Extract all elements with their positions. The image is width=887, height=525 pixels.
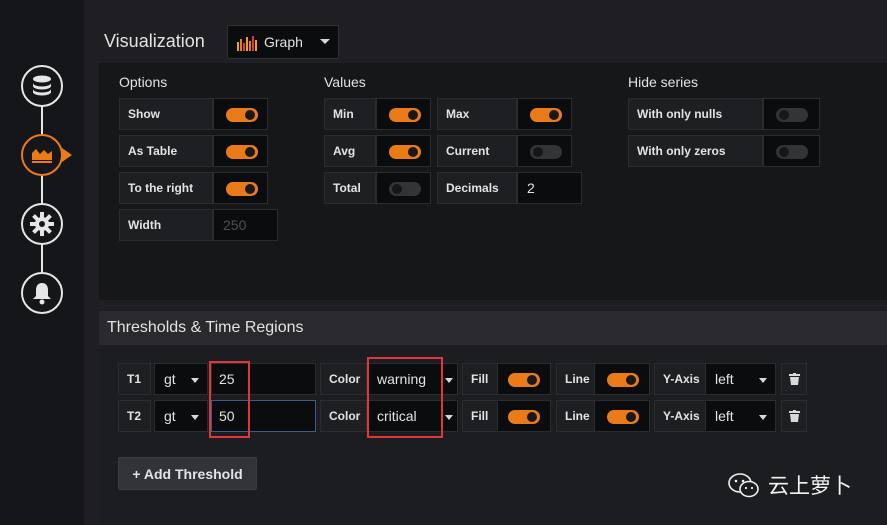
values-heading: Values: [324, 74, 366, 90]
chevron-down-icon: [759, 415, 767, 420]
line-label: Line: [556, 400, 595, 432]
watermark-text: 云上萝卜: [768, 475, 852, 498]
current-switch[interactable]: [517, 135, 572, 167]
graph-icon: [32, 149, 52, 163]
min-label: Min: [324, 98, 376, 130]
chevron-down-icon: [759, 378, 767, 383]
color-label: Color: [320, 363, 367, 395]
display-options: Options Values Hide series Show As Table…: [99, 63, 887, 300]
operator-select[interactable]: gt: [154, 400, 208, 432]
only-nulls-field: With only nulls: [628, 98, 820, 130]
current-field: Current: [437, 135, 572, 167]
width-placeholder: 250: [223, 217, 247, 233]
avg-field: Avg: [324, 135, 431, 167]
fill-label: Fill: [462, 363, 498, 395]
chevron-down-icon: [191, 378, 199, 383]
visualization-tab[interactable]: [21, 134, 72, 176]
line-switch[interactable]: [594, 400, 650, 432]
decimals-input[interactable]: 2: [517, 172, 582, 204]
show-switch[interactable]: [213, 98, 268, 130]
decimals-label: Decimals: [437, 172, 517, 204]
width-input[interactable]: 250: [213, 209, 278, 241]
y-axis-select[interactable]: left: [705, 400, 776, 432]
color-label: Color: [320, 400, 367, 432]
graph-type-icon: [237, 36, 257, 51]
only-nulls-switch[interactable]: [763, 98, 820, 130]
current-label: Current: [437, 135, 517, 167]
width-label: Width: [119, 209, 213, 241]
operator-select[interactable]: gt: [154, 363, 208, 395]
line-switch[interactable]: [594, 363, 650, 395]
rail-connector: [41, 84, 43, 294]
value-highlight-box: [209, 361, 250, 438]
only-nulls-label: With only nulls: [628, 98, 763, 130]
operator-value: gt: [164, 371, 176, 387]
only-zeros-label: With only zeros: [628, 135, 763, 167]
editor-rail: [0, 0, 84, 525]
avg-switch[interactable]: [376, 135, 431, 167]
y-axis-label: Y-Axis: [654, 400, 706, 432]
to-the-right-switch[interactable]: [213, 172, 268, 204]
min-field: Min: [324, 98, 431, 130]
y-axis-select[interactable]: left: [705, 363, 776, 395]
min-switch[interactable]: [376, 98, 431, 130]
y-axis-value: left: [715, 371, 734, 387]
queries-tab[interactable]: [21, 65, 63, 107]
to-the-right-field: To the right: [119, 172, 268, 204]
to-the-right-label: To the right: [119, 172, 213, 204]
line-label: Line: [556, 363, 595, 395]
general-tab[interactable]: [21, 203, 63, 245]
bell-icon: [33, 283, 51, 305]
watermark: 云上萝卜: [728, 470, 852, 500]
y-axis-value: left: [715, 408, 734, 424]
total-field: Total: [324, 172, 431, 204]
delete-threshold-button[interactable]: [781, 400, 807, 432]
avg-label: Avg: [324, 135, 376, 167]
trash-icon: [789, 373, 800, 385]
delete-threshold-button[interactable]: [781, 363, 807, 395]
visualization-selected: Graph: [264, 34, 303, 50]
chevron-down-icon: [445, 378, 453, 383]
max-label: Max: [437, 98, 517, 130]
options-heading: Options: [119, 74, 168, 90]
fill-label: Fill: [462, 400, 498, 432]
fill-switch[interactable]: [497, 400, 551, 432]
only-zeros-field: With only zeros: [628, 135, 820, 167]
max-switch[interactable]: [517, 98, 572, 130]
threshold-id: T1: [118, 363, 151, 395]
database-icon: [33, 75, 51, 96]
panel-editor: Visualization Graph Options Values Hide …: [84, 0, 887, 525]
width-field: Width 250: [119, 209, 278, 241]
visualization-picker[interactable]: Graph: [227, 25, 339, 59]
thresholds-header[interactable]: Thresholds & Time Regions: [99, 311, 887, 345]
as-table-label: As Table: [119, 135, 213, 167]
chevron-down-icon: [191, 415, 199, 420]
operator-value: gt: [164, 408, 176, 424]
fill-switch[interactable]: [497, 363, 551, 395]
add-threshold-button[interactable]: + Add Threshold: [118, 457, 257, 490]
total-label: Total: [324, 172, 376, 204]
hide-series-heading: Hide series: [628, 74, 699, 90]
color-highlight-box: [367, 357, 443, 438]
threshold-id: T2: [118, 400, 151, 432]
visualization-header: Visualization Graph: [84, 0, 887, 63]
only-zeros-switch[interactable]: [763, 135, 820, 167]
trash-icon: [789, 410, 800, 422]
total-switch[interactable]: [376, 172, 431, 204]
wechat-icon: [728, 472, 759, 497]
chevron-down-icon: [320, 39, 330, 44]
gear-icon: [30, 212, 54, 236]
decimals-value: 2: [527, 180, 535, 196]
chevron-down-icon: [445, 415, 453, 420]
decimals-field: Decimals 2: [437, 172, 582, 204]
show-legend-field: Show: [119, 98, 268, 130]
as-table-field: As Table: [119, 135, 268, 167]
as-table-switch[interactable]: [213, 135, 268, 167]
show-label: Show: [119, 98, 213, 130]
thresholds-heading: Thresholds & Time Regions: [107, 319, 304, 336]
alert-tab[interactable]: [21, 272, 63, 314]
max-field: Max: [437, 98, 572, 130]
y-axis-label: Y-Axis: [654, 363, 706, 395]
visualization-title: Visualization: [104, 31, 205, 51]
